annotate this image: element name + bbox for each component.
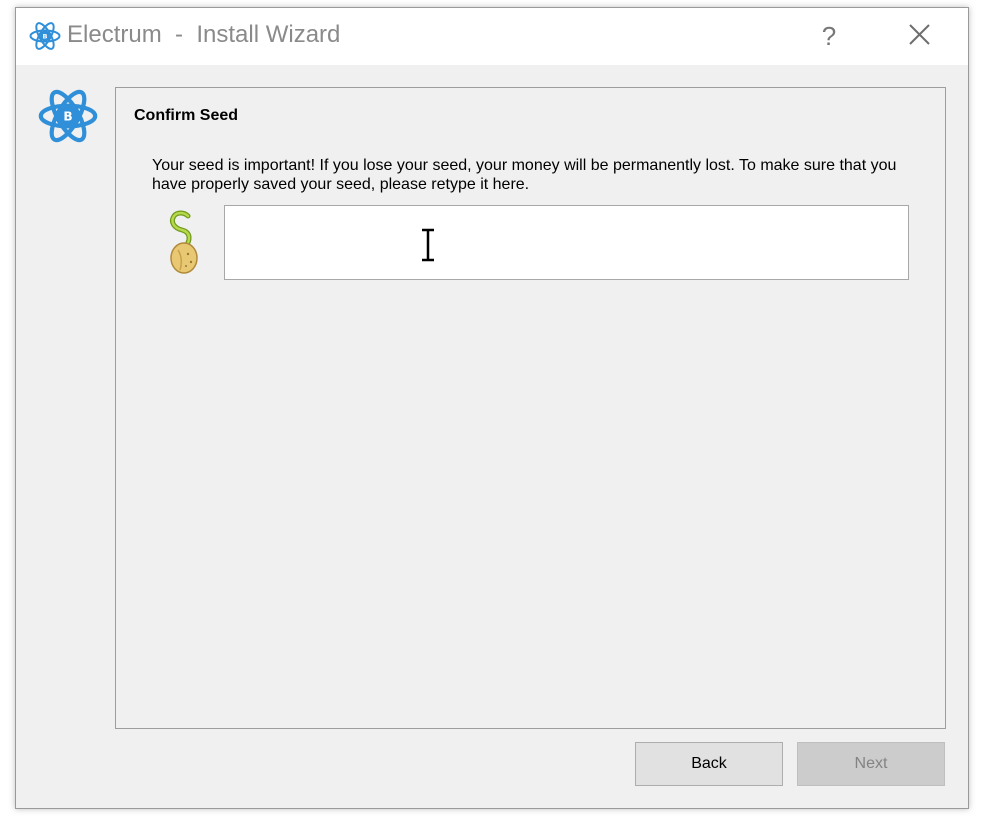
window-title: Electrum - Install Wizard: [67, 21, 341, 48]
electrum-logo-icon: B: [38, 89, 98, 143]
help-button[interactable]: ?: [806, 16, 852, 56]
close-icon[interactable]: [896, 16, 942, 56]
back-button[interactable]: Back: [635, 742, 783, 786]
svg-text:B: B: [63, 110, 72, 124]
title-bar[interactable]: B Electrum - Install Wizard ?: [16, 8, 968, 65]
confirm-seed-panel: Confirm Seed Your seed is important! If …: [115, 87, 946, 729]
seed-sprout-icon: [169, 210, 198, 274]
seed-input[interactable]: [224, 205, 909, 280]
electrum-logo-icon: B: [29, 22, 61, 50]
text-cursor-icon: [422, 228, 434, 262]
next-button[interactable]: Next: [797, 742, 945, 786]
seed-warning-message: Your seed is important! If you lose your…: [152, 157, 897, 193]
install-wizard-window: B Electrum - Install Wizard ? B Confirm …: [15, 7, 969, 809]
svg-text:B: B: [43, 33, 48, 41]
page-title: Confirm Seed: [134, 107, 239, 124]
